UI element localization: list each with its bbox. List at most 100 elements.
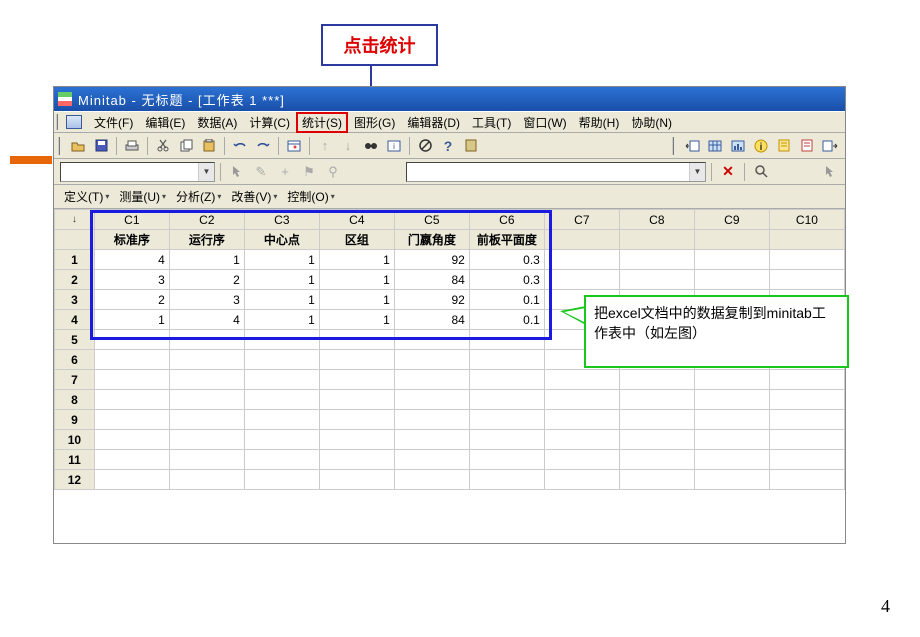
- open-button[interactable]: [67, 136, 89, 156]
- cell[interactable]: [319, 470, 394, 490]
- cell[interactable]: 84: [394, 310, 469, 330]
- row-header[interactable]: 5: [55, 330, 95, 350]
- cell[interactable]: [244, 430, 319, 450]
- cell[interactable]: 2: [169, 270, 244, 290]
- col-header[interactable]: C7: [544, 210, 619, 230]
- cell[interactable]: [394, 350, 469, 370]
- cell[interactable]: [469, 330, 544, 350]
- cell[interactable]: [694, 390, 769, 410]
- col-name[interactable]: 前板平面度: [469, 230, 544, 250]
- prev-button[interactable]: ↑: [314, 136, 336, 156]
- cell[interactable]: [169, 430, 244, 450]
- cell[interactable]: [769, 390, 844, 410]
- dropdown-icon[interactable]: ▼: [689, 163, 705, 181]
- cell[interactable]: 0.3: [469, 250, 544, 270]
- col-name[interactable]: [769, 230, 844, 250]
- show-reportpad-button[interactable]: [796, 136, 818, 156]
- cell[interactable]: [94, 370, 169, 390]
- cell[interactable]: [169, 470, 244, 490]
- cell[interactable]: [394, 450, 469, 470]
- name-box[interactable]: ▼: [60, 162, 215, 182]
- menu-calc[interactable]: 计算(C): [243, 112, 296, 133]
- cell[interactable]: [694, 270, 769, 290]
- cut-button[interactable]: [152, 136, 174, 156]
- cell[interactable]: [694, 470, 769, 490]
- show-worksheet-button[interactable]: [704, 136, 726, 156]
- cell[interactable]: [244, 350, 319, 370]
- cell[interactable]: [244, 390, 319, 410]
- cell[interactable]: 92: [394, 250, 469, 270]
- paste-button[interactable]: [198, 136, 220, 156]
- cell[interactable]: [769, 410, 844, 430]
- col-name[interactable]: 标准序: [94, 230, 169, 250]
- col-name[interactable]: [544, 230, 619, 250]
- cell[interactable]: [544, 410, 619, 430]
- col-name[interactable]: 门嬴角度: [394, 230, 469, 250]
- row-header[interactable]: 6: [55, 350, 95, 370]
- toolbar-grip[interactable]: [58, 137, 64, 155]
- cell[interactable]: [619, 410, 694, 430]
- cell[interactable]: [244, 330, 319, 350]
- menu-window[interactable]: 窗口(W): [517, 112, 572, 133]
- cell[interactable]: [94, 410, 169, 430]
- col-header[interactable]: C10: [769, 210, 844, 230]
- row-header[interactable]: 12: [55, 470, 95, 490]
- pointer2-button[interactable]: [819, 162, 841, 182]
- cell[interactable]: 84: [394, 270, 469, 290]
- show-session-button[interactable]: [681, 136, 703, 156]
- cell[interactable]: 1: [169, 250, 244, 270]
- next-button[interactable]: ↓: [337, 136, 359, 156]
- cell[interactable]: [769, 250, 844, 270]
- cell[interactable]: [769, 470, 844, 490]
- cell[interactable]: 1: [319, 270, 394, 290]
- cell[interactable]: 1: [319, 310, 394, 330]
- name-corner[interactable]: [55, 230, 95, 250]
- session-window-button[interactable]: [283, 136, 305, 156]
- cancel-button[interactable]: [414, 136, 436, 156]
- col-header[interactable]: C3: [244, 210, 319, 230]
- zoom-button[interactable]: ⚲: [322, 162, 344, 182]
- show-history-button[interactable]: [773, 136, 795, 156]
- cell[interactable]: [94, 430, 169, 450]
- cell[interactable]: [544, 270, 619, 290]
- cell[interactable]: [619, 370, 694, 390]
- cell[interactable]: [394, 390, 469, 410]
- cell[interactable]: [469, 470, 544, 490]
- cell[interactable]: [619, 270, 694, 290]
- menu-assist[interactable]: 协助(N): [625, 112, 678, 133]
- cell[interactable]: [319, 430, 394, 450]
- cell[interactable]: [469, 410, 544, 430]
- sixsigma-control[interactable]: 控制(O)▾: [283, 186, 338, 207]
- copy-button[interactable]: [175, 136, 197, 156]
- cell[interactable]: 3: [169, 290, 244, 310]
- cell[interactable]: 1: [319, 290, 394, 310]
- col-name[interactable]: 中心点: [244, 230, 319, 250]
- cell[interactable]: [469, 350, 544, 370]
- cell[interactable]: [169, 350, 244, 370]
- cell[interactable]: [94, 390, 169, 410]
- cell[interactable]: [169, 370, 244, 390]
- toolbar-grip-right[interactable]: [672, 137, 678, 155]
- cell[interactable]: 2: [94, 290, 169, 310]
- print-button[interactable]: [121, 136, 143, 156]
- cell[interactable]: 4: [169, 310, 244, 330]
- brush-button[interactable]: ✎: [250, 162, 272, 182]
- help-button[interactable]: ?: [437, 136, 459, 156]
- menu-edit[interactable]: 编辑(E): [139, 112, 191, 133]
- col-header[interactable]: C1: [94, 210, 169, 230]
- row-header[interactable]: 8: [55, 390, 95, 410]
- sixsigma-measure[interactable]: 测量(U)▾: [115, 186, 170, 207]
- row-header[interactable]: 7: [55, 370, 95, 390]
- flag-button[interactable]: ⚑: [298, 162, 320, 182]
- sixsigma-improve[interactable]: 改善(V)▾: [227, 186, 281, 207]
- row-header[interactable]: 1: [55, 250, 95, 270]
- cell[interactable]: [769, 370, 844, 390]
- cell[interactable]: [319, 410, 394, 430]
- col-header[interactable]: C4: [319, 210, 394, 230]
- cell[interactable]: [694, 430, 769, 450]
- menu-graph[interactable]: 图形(G): [348, 112, 401, 133]
- cell[interactable]: [469, 390, 544, 410]
- cell[interactable]: 0.1: [469, 310, 544, 330]
- dropdown-icon[interactable]: ▼: [198, 163, 214, 181]
- cell[interactable]: [694, 450, 769, 470]
